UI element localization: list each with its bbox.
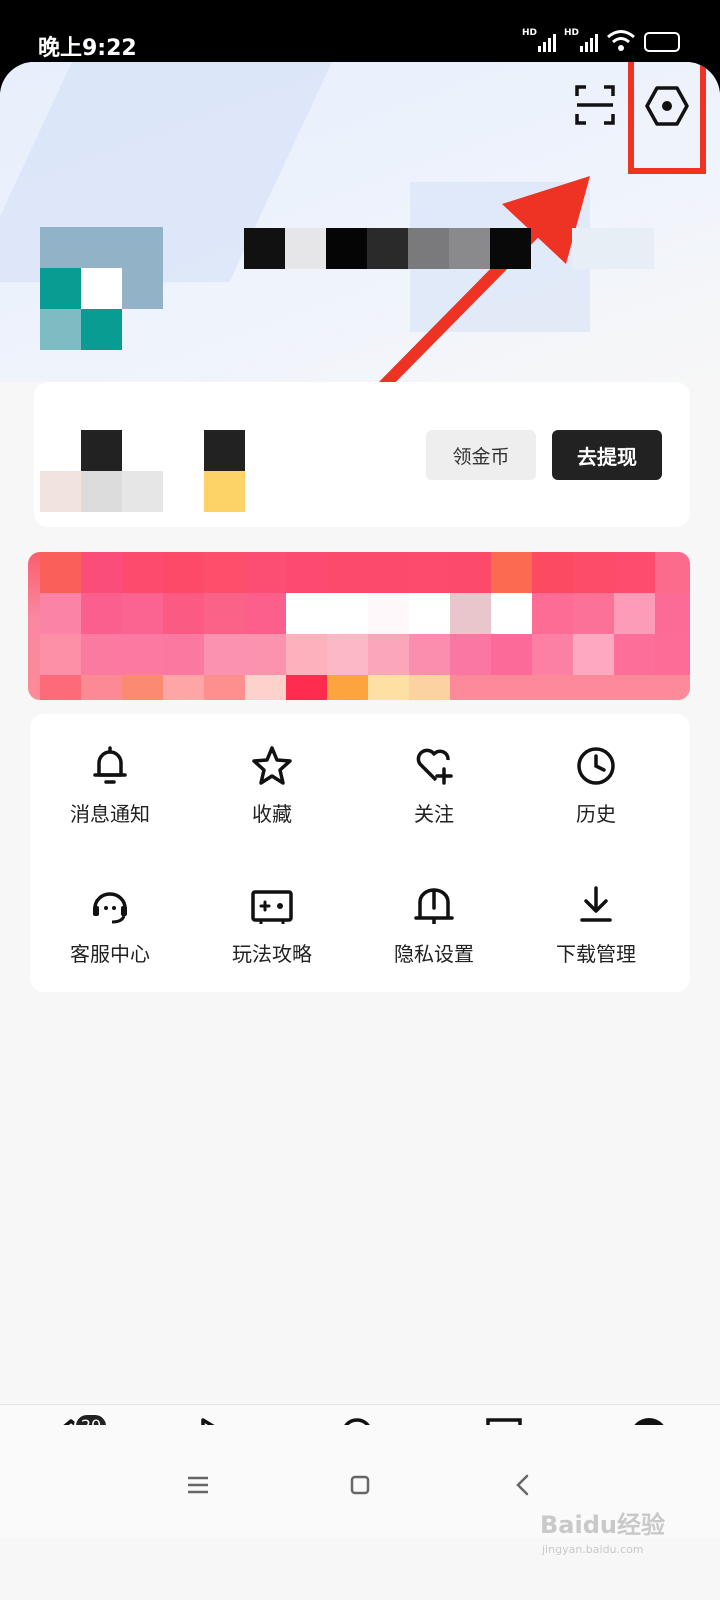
- signal-icon: HD: [522, 28, 556, 52]
- heart-plus-icon: [416, 748, 453, 785]
- mailbox-icon: [414, 888, 454, 924]
- tool-label: 玩法攻略: [232, 942, 312, 966]
- clock-icon: [577, 747, 615, 785]
- watermark-url: jingyan.baidu.com: [542, 1543, 644, 1556]
- signal-1-hd-label: HD: [522, 28, 538, 38]
- banner-content: [40, 552, 690, 700]
- tool-label: 客服中心: [70, 942, 150, 966]
- tools-grid: 消息通知 收藏 关注 历史 客服中心 玩法攻略 隐私设置 下载管理: [30, 714, 690, 992]
- withdraw-button[interactable]: 去提现: [552, 430, 662, 480]
- tool-favorites[interactable]: 收藏: [197, 744, 347, 854]
- tool-history[interactable]: 历史: [521, 744, 671, 854]
- status-time: 晚上9:22: [38, 36, 137, 61]
- tool-notifications[interactable]: 消息通知: [35, 744, 185, 854]
- battery-icon: [644, 32, 680, 52]
- highlight-box: [628, 62, 706, 174]
- download-icon: [580, 886, 612, 922]
- back-icon[interactable]: [503, 1465, 543, 1505]
- scan-icon[interactable]: [574, 84, 616, 126]
- tool-download-manager[interactable]: 下载管理: [521, 884, 671, 994]
- phone-screen: 晚上9:22 HD HD 领金币 去提现 消息通知 收藏 关注 历史 客服中心 …: [0, 0, 720, 1600]
- tool-label: 历史: [576, 802, 616, 826]
- profile-page: 领金币 去提现 消息通知 收藏 关注 历史 客服中心 玩法攻略 隐私设置 下载管…: [0, 62, 720, 1600]
- tool-game-guide[interactable]: 玩法攻略: [197, 884, 347, 994]
- tool-privacy-settings[interactable]: 隐私设置: [359, 884, 509, 994]
- signal-2-hd-label: HD: [564, 28, 580, 38]
- claim-coins-button[interactable]: 领金币: [426, 430, 536, 480]
- username: [244, 228, 664, 269]
- bell-icon: [93, 746, 127, 784]
- tool-customer-service[interactable]: 客服中心: [35, 884, 185, 994]
- star-icon: [252, 746, 292, 785]
- tool-label: 下载管理: [556, 942, 636, 966]
- avatar[interactable]: [40, 227, 163, 350]
- headset-icon: [93, 892, 127, 924]
- signal-icon: HD: [564, 28, 598, 52]
- home-square-icon[interactable]: [340, 1465, 380, 1505]
- watermark: Baidu经验: [540, 1511, 665, 1539]
- menu-icon[interactable]: [178, 1465, 218, 1505]
- gamepad-icon: [251, 890, 293, 924]
- status-icons: HD HD: [522, 28, 680, 52]
- tool-label: 收藏: [252, 802, 292, 826]
- tool-label: 隐私设置: [394, 942, 474, 966]
- wifi-icon: [607, 30, 635, 51]
- tool-label: 关注: [414, 802, 454, 826]
- status-bar: 晚上9:22 HD HD: [0, 0, 720, 64]
- tool-label: 消息通知: [70, 802, 150, 826]
- coin-card: 领金币 去提现: [34, 382, 690, 527]
- promo-banner[interactable]: [28, 552, 690, 700]
- tool-following[interactable]: 关注: [359, 744, 509, 854]
- coin-balance: [40, 430, 245, 512]
